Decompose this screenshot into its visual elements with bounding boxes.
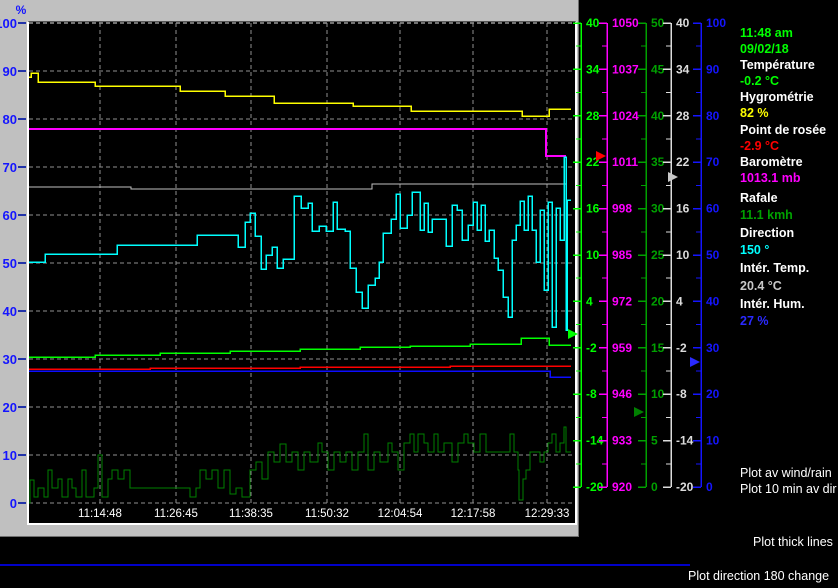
temperature-axis-label: 28	[586, 109, 600, 123]
option-plot-10min-av-dir[interactable]: Plot 10 min av dir	[740, 482, 837, 496]
option-plot-av-wind-rain[interactable]: Plot av wind/rain	[740, 466, 832, 480]
barometer-axis-label: 1024	[612, 109, 639, 123]
humidity-axis-label: 30	[706, 341, 720, 355]
temperature-axis-label: 40	[586, 16, 600, 30]
indoor-temp-axis-label: 34	[676, 62, 690, 76]
indoor-temp-axis-label: 28	[676, 109, 690, 123]
windspeed-axis-label: 10	[651, 387, 665, 401]
windspeed-axis-label: 25	[651, 248, 665, 262]
indoor-temp-axis-label: -8	[676, 387, 687, 401]
reading-label-4: Rafale	[740, 191, 778, 205]
reading-value-0: -0.2 °C	[740, 74, 780, 88]
clock-time: 11:48 am	[740, 26, 793, 40]
option-plot-thick-lines[interactable]: Plot thick lines	[753, 535, 833, 549]
reading-label-0: Température	[740, 58, 815, 72]
temperature-axis-label: -2	[586, 341, 597, 355]
reading-value-7: 27 %	[740, 314, 769, 328]
barometer-axis-label: 959	[612, 341, 632, 355]
reading-value-5: 150 °	[740, 243, 770, 257]
barometer-axis-label: 1037	[612, 62, 639, 76]
humidity-axis-label: 20	[706, 387, 720, 401]
reading-label-3: Baromètre	[740, 155, 803, 169]
clock-date: 09/02/18	[740, 42, 789, 56]
barometer-marker	[596, 151, 606, 161]
humidity-axis-label: 40	[706, 294, 720, 308]
temperature-axis-label: -20	[586, 480, 604, 494]
reading-value-4: 11.1 kmh	[740, 208, 793, 222]
indoor-temp-axis-label: -2	[676, 341, 687, 355]
option-plot-direction-180[interactable]: Plot direction 180 change	[688, 569, 829, 583]
humidity-axis-label: 0	[706, 480, 713, 494]
temperature-axis-label: 34	[586, 62, 600, 76]
barometer-axis-label: 998	[612, 202, 632, 216]
windspeed-axis-label: 50	[651, 16, 665, 30]
reading-label-1: Hygrométrie	[740, 90, 814, 104]
temperature-axis-label: 4	[586, 294, 593, 308]
windspeed-axis-label: 0	[651, 480, 658, 494]
windspeed-marker	[634, 407, 644, 417]
temperature-axis-label: -8	[586, 387, 597, 401]
indoor-temp-axis-label: 40	[676, 16, 690, 30]
barometer-axis-label: 972	[612, 294, 632, 308]
indoor-temp-axis-label: 10	[676, 248, 690, 262]
reading-value-6: 20.4 °C	[740, 279, 782, 293]
reading-value-3: 1013.1 mb	[740, 171, 801, 185]
humidity-axis-label: 10	[706, 434, 720, 448]
temperature-axis-label: 10	[586, 248, 600, 262]
windspeed-axis-label: 30	[651, 202, 665, 216]
barometer-axis-label: 933	[612, 434, 632, 448]
indoor-temp-axis-label: -14	[676, 434, 694, 448]
indoor-humidity-marker	[690, 357, 700, 367]
indoor-temp-axis-label: 22	[676, 155, 690, 169]
reading-label-2: Point de rosée	[740, 123, 827, 137]
barometer-axis-label: 985	[612, 248, 632, 262]
bottom-divider	[0, 564, 690, 566]
reading-value-1: 82 %	[740, 106, 769, 120]
reading-label-6: Intér. Temp.	[740, 261, 810, 275]
windspeed-axis-label: 15	[651, 341, 665, 355]
graph-panel	[0, 0, 579, 537]
windspeed-axis-label: 35	[651, 155, 665, 169]
humidity-axis-label: 50	[706, 248, 720, 262]
temperature-axis-label: 22	[586, 155, 600, 169]
reading-label-5: Direction	[740, 226, 795, 240]
reading-label-7: Intér. Hum.	[740, 297, 805, 311]
humidity-axis-label: 100	[706, 16, 726, 30]
indoor-temp-axis-label: 4	[676, 294, 683, 308]
barometer-axis-label: 1050	[612, 16, 639, 30]
humidity-axis-label: 60	[706, 202, 720, 216]
barometer-axis-label: 920	[612, 480, 632, 494]
weather-display-app: %100908070605040302010011:14:4811:26:451…	[0, 0, 838, 588]
windspeed-axis-label: 40	[651, 109, 665, 123]
humidity-axis-label: 70	[706, 155, 720, 169]
windspeed-axis-label: 45	[651, 62, 665, 76]
indoor-temp-axis-label: -20	[676, 480, 694, 494]
reading-value-2: -2.9 °C	[740, 139, 780, 153]
plot-area[interactable]	[27, 21, 577, 525]
windspeed-axis-label: 20	[651, 294, 665, 308]
humidity-axis-label: 80	[706, 109, 720, 123]
temperature-axis-label: -14	[586, 434, 604, 448]
temperature-axis-label: 16	[586, 202, 600, 216]
windspeed-axis-label: 5	[651, 434, 658, 448]
barometer-axis-label: 946	[612, 387, 632, 401]
indoor-temp-axis-label: 16	[676, 202, 690, 216]
humidity-axis-label: 90	[706, 62, 720, 76]
indoor-temp-marker	[668, 172, 678, 182]
barometer-axis-label: 1011	[612, 155, 638, 169]
